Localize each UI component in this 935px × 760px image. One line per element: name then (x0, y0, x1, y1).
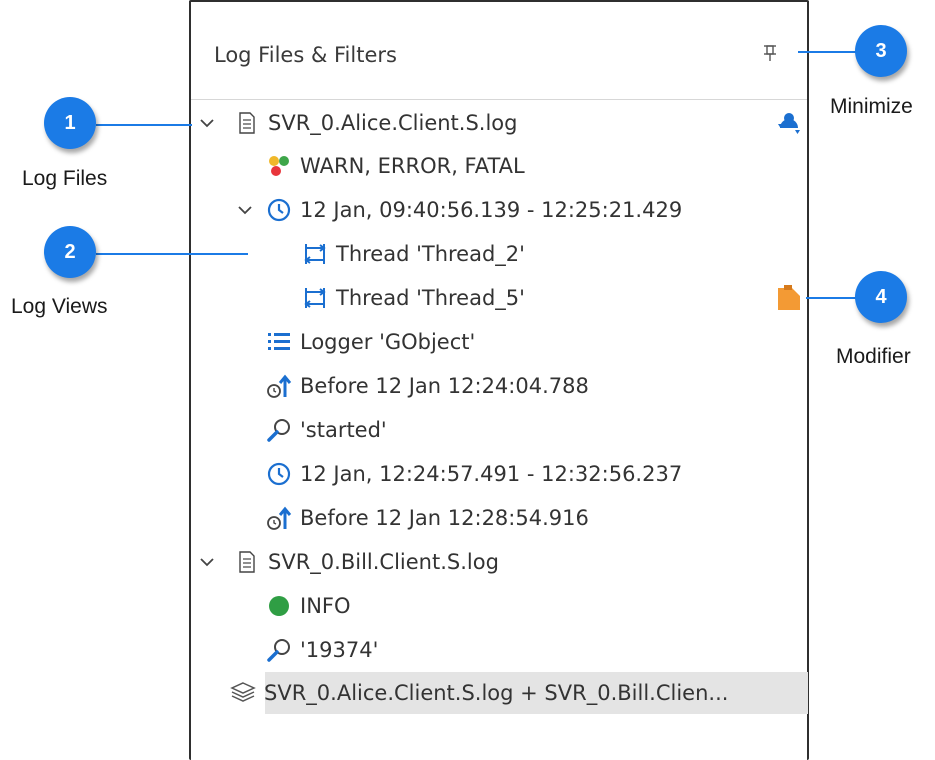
callout-badge-4: 4 (855, 271, 907, 323)
thread-icon (302, 241, 328, 267)
clock-icon (266, 461, 292, 487)
search-icon (266, 637, 292, 663)
logger-icon (266, 329, 292, 355)
callout-badge-2: 2 (44, 226, 96, 278)
tree-item-label: 12 Jan, 09:40:56.139 - 12:25:21.429 (300, 198, 683, 222)
pin-icon[interactable] (760, 40, 780, 66)
tree-item-label: INFO (300, 594, 351, 618)
tree-item-label: SVR_0.Alice.Client.S.log + SVR_0.Bill.Cl… (264, 681, 729, 705)
tree-item-before-2[interactable]: Before 12 Jan 12:28:54.916 (266, 498, 589, 538)
panel-title: Log Files & Filters (214, 43, 397, 67)
tree-item-log-file-alice[interactable]: SVR_0.Alice.Client.S.log (196, 103, 518, 143)
tree-item-log-file-bill[interactable]: SVR_0.Bill.Client.S.log (196, 542, 499, 582)
callout-label-modifier: Modifier (836, 345, 911, 368)
green-dot-icon (266, 593, 292, 619)
tree-item-label: Logger 'GObject' (300, 330, 476, 354)
callout-badge-1: 1 (44, 97, 96, 149)
chevron-down-icon[interactable] (196, 103, 218, 143)
tree-item-thread-2[interactable]: Thread 'Thread_2' (302, 234, 525, 274)
tree-item-logger[interactable]: Logger 'GObject' (266, 322, 475, 362)
callout-1-leader (96, 124, 192, 126)
tree-item-search-19374[interactable]: '19374' (266, 630, 378, 670)
search-icon (266, 417, 292, 443)
tree-item-merged-view[interactable]: SVR_0.Alice.Client.S.log + SVR_0.Bill.Cl… (230, 673, 728, 713)
thread-icon (302, 285, 328, 311)
document-icon (234, 110, 260, 136)
callout-label-log-files: Log Files (22, 167, 108, 190)
tree-item-label: 12 Jan, 12:24:57.491 - 12:32:56.237 (300, 462, 683, 486)
tree-item-label: Thread 'Thread_2' (336, 242, 525, 266)
tree-item-label: WARN, ERROR, FATAL (300, 154, 525, 178)
clock-icon (266, 197, 292, 223)
tree-item-label: SVR_0.Alice.Client.S.log (268, 111, 518, 135)
callout-badge-3: 3 (855, 25, 907, 77)
callout-4-leader (806, 297, 858, 299)
tree-item-time-range-2[interactable]: 12 Jan, 12:24:57.491 - 12:32:56.237 (266, 454, 682, 494)
document-icon (234, 549, 260, 575)
callout-2-leader (96, 253, 248, 255)
tree-item-label: 'started' (300, 418, 387, 442)
tree-item-label: Before 12 Jan 12:28:54.916 (300, 506, 589, 530)
tree-item-label: Before 12 Jan 12:24:04.788 (300, 374, 589, 398)
level-dots-icon (266, 153, 292, 179)
tree-item-thread-5[interactable]: Thread 'Thread_5' (302, 278, 525, 318)
before-time-icon (266, 505, 292, 531)
callout-3-leader (798, 51, 856, 53)
chevron-down-icon[interactable] (196, 542, 218, 582)
panel-header: Log Files & Filters (191, 2, 807, 100)
layers-icon (230, 680, 256, 706)
callout-label-log-views: Log Views (11, 295, 108, 318)
tree-item-filter-levels[interactable]: WARN, ERROR, FATAL (266, 146, 525, 186)
tree-item-filter-info[interactable]: INFO (266, 586, 351, 626)
tree-item-before-1[interactable]: Before 12 Jan 12:24:04.788 (266, 366, 589, 406)
tree-item-label: '19374' (300, 638, 379, 662)
before-time-icon (266, 373, 292, 399)
chevron-down-icon[interactable] (234, 190, 256, 230)
tree-item-time-range[interactable]: 12 Jan, 09:40:56.139 - 12:25:21.429 (234, 190, 682, 230)
tree-item-label: SVR_0.Bill.Client.S.log (268, 550, 499, 574)
sync-icon[interactable] (775, 108, 803, 136)
tree-item-label: Thread 'Thread_5' (336, 286, 525, 310)
tree-item-search-started[interactable]: 'started' (266, 410, 387, 450)
modifier-icon[interactable] (776, 284, 802, 312)
callout-label-minimize: Minimize (830, 95, 913, 118)
